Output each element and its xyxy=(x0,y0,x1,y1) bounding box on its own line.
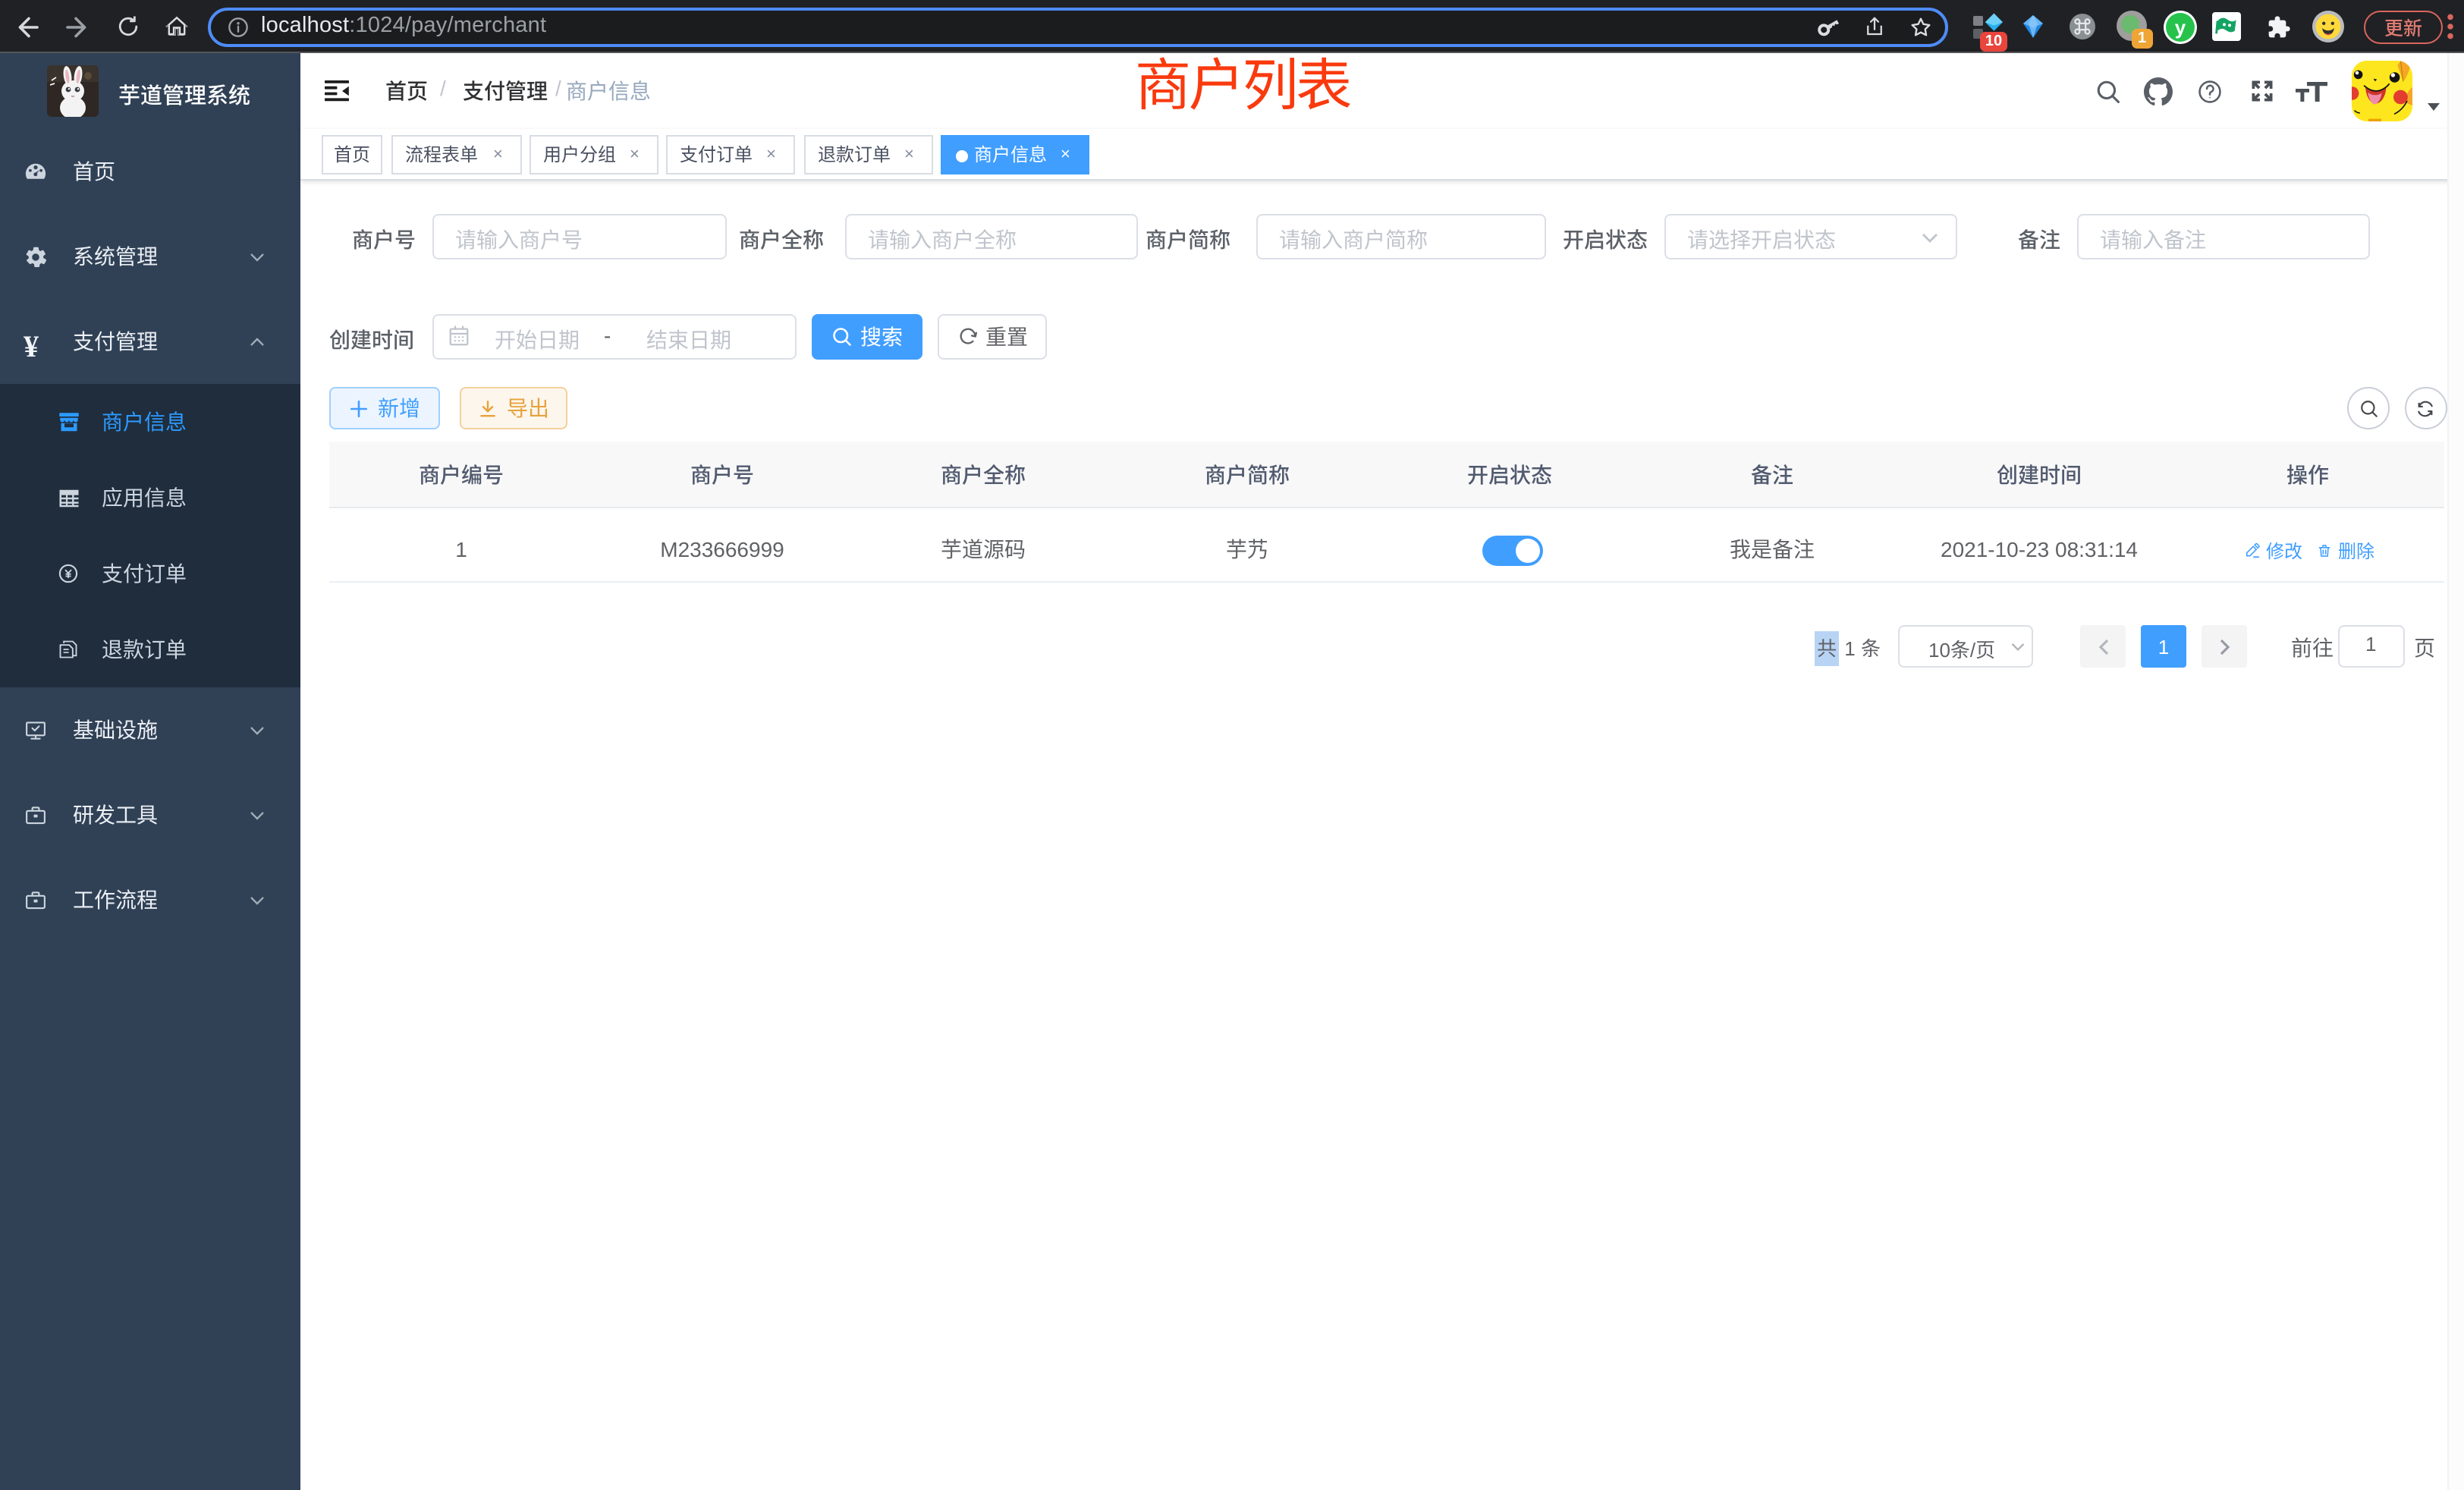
svg-text:y: y xyxy=(2174,15,2186,38)
